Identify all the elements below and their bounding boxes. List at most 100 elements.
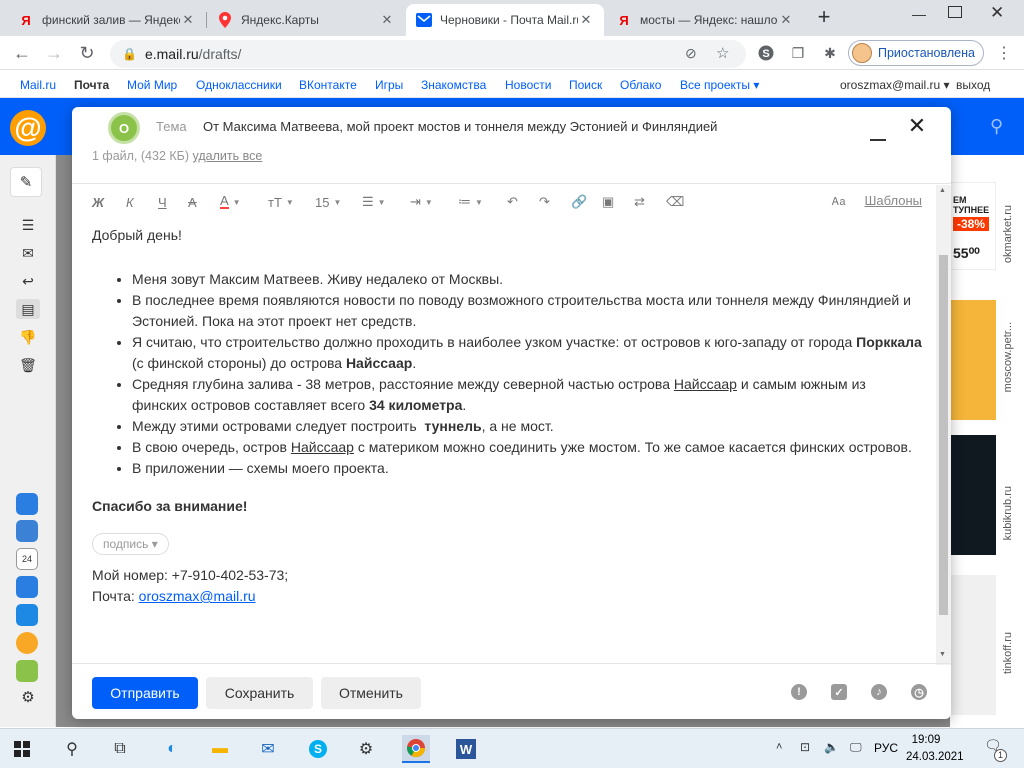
menu-dots-icon[interactable]: ⋮ — [994, 43, 1014, 63]
restore-window-icon[interactable] — [948, 6, 962, 18]
chrome-browser-icon[interactable] — [402, 735, 430, 763]
cancel-button[interactable]: Отменить — [321, 677, 421, 709]
back-arrow-icon[interactable]: ← — [10, 41, 34, 65]
video-call-app-icon[interactable] — [16, 604, 38, 626]
forward-arrow-icon[interactable]: → — [42, 41, 66, 65]
italic-icon[interactable]: К — [126, 193, 134, 211]
close-window-icon[interactable]: ✕ — [990, 3, 1010, 23]
close-tab-icon[interactable]: ✕ — [778, 12, 794, 28]
portal-link-moy-mir[interactable]: Мой Мир — [127, 78, 177, 92]
bookmark-star-icon[interactable]: ☆ — [716, 44, 729, 62]
tray-chevron-icon[interactable]: ˄ — [776, 741, 782, 753]
skype-app-icon[interactable]: S — [304, 735, 332, 763]
bold-icon[interactable]: Ж — [92, 193, 104, 211]
search-icon[interactable]: ⚲ — [990, 116, 1003, 137]
strikethrough-icon[interactable]: А — [188, 193, 197, 211]
read-receipt-icon[interactable]: ✓ — [831, 684, 847, 700]
tray-network-icon[interactable]: ⊡ — [800, 740, 810, 754]
subject-field[interactable]: От Максима Матвеева, мой проект мостов и… — [203, 119, 717, 134]
image-icon[interactable]: ▣ — [602, 193, 614, 211]
scroll-down-icon[interactable]: ▼ — [939, 651, 946, 658]
eye-off-icon[interactable]: ⊘ — [685, 45, 697, 62]
portal-link-novosti[interactable]: Новости — [505, 78, 551, 92]
portal-link-pochta[interactable]: Почта — [74, 78, 109, 92]
save-button[interactable]: Сохранить — [206, 677, 313, 709]
close-dialog-icon[interactable]: ✕ — [906, 115, 928, 137]
send-button[interactable]: Отправить — [92, 677, 198, 709]
edge-browser-icon[interactable]: ◐ — [158, 735, 186, 763]
skype-extension-icon[interactable]: S — [756, 43, 776, 63]
games-app-icon[interactable] — [16, 660, 38, 682]
importance-icon[interactable]: ! — [791, 684, 807, 700]
scroll-up-icon[interactable]: ▲ — [939, 187, 946, 194]
templates-link[interactable]: Шаблоны — [865, 193, 923, 208]
reload-icon[interactable]: ↻ — [75, 41, 99, 65]
contacts-app-icon[interactable] — [16, 520, 38, 542]
link-icon[interactable]: 🔗 — [571, 193, 587, 211]
portal-link-all-projects[interactable]: Все проекты ▾ — [680, 78, 759, 92]
signature-email-link[interactable]: oroszmax@mail.ru — [139, 588, 256, 604]
minimize-dialog-icon[interactable] — [868, 121, 888, 141]
tab-yandex-bridges[interactable]: Я мосты — Яндекс: нашлось ✕ — [606, 4, 804, 36]
money-app-icon[interactable] — [16, 632, 38, 654]
extension-copy-icon[interactable]: ❐ — [788, 43, 808, 63]
file-explorer-icon[interactable]: ▬ — [206, 735, 234, 763]
portal-link-oblako[interactable]: Облако — [620, 78, 661, 92]
volume-icon[interactable]: 🔈 — [824, 740, 839, 754]
signature-dropdown[interactable]: подпись ▾ — [92, 533, 169, 555]
tray-monitor-icon[interactable]: 🖵 — [850, 740, 862, 755]
portal-link-mailru[interactable]: Mail.ru — [20, 78, 56, 92]
tab-yandex-search[interactable]: Я финский залив — Яндекс ✕ — [8, 4, 206, 36]
portal-link-poisk[interactable]: Поиск — [569, 78, 602, 92]
tab-yandex-maps[interactable]: Яндекс.Карты ✕ — [207, 4, 405, 36]
portal-link-vkontakte[interactable]: ВКонтакте — [299, 78, 357, 92]
font-style-icon[interactable]: тТ ▼ — [268, 193, 294, 211]
delete-all-attachments-link[interactable]: удалить все — [193, 149, 263, 163]
sent-icon[interactable]: ↩ — [16, 271, 40, 291]
compose-pencil-icon[interactable]: ✎ — [10, 167, 42, 197]
cloud-app-icon[interactable] — [16, 493, 38, 515]
mailru-logo-icon[interactable]: @ — [10, 110, 46, 146]
menu-icon[interactable]: ☰ — [16, 215, 40, 235]
align-icon[interactable]: ☰ ▼ — [362, 193, 386, 211]
scrollbar-thumb[interactable] — [939, 255, 948, 615]
portal-link-igry[interactable]: Игры — [375, 78, 403, 92]
close-tab-icon[interactable]: ✕ — [578, 12, 594, 28]
reminder-bell-icon[interactable]: ♪ — [871, 684, 887, 700]
portal-link-znakomstva[interactable]: Знакомства — [421, 78, 486, 92]
spam-icon[interactable]: 👎 — [16, 327, 40, 347]
ad-petrovich[interactable] — [950, 300, 996, 420]
message-body-editor[interactable]: Добрый день! Меня зовут Максим Матвеев. … — [92, 225, 922, 607]
taskbar-clock[interactable]: 19:09 24.03.2021 — [906, 732, 964, 766]
undo-icon[interactable]: ↶ — [507, 193, 518, 211]
scheduled-send-clock-icon[interactable]: ◷ — [911, 684, 927, 700]
close-tab-icon[interactable]: ✕ — [379, 12, 395, 28]
minimize-window-icon[interactable]: — — [912, 6, 932, 22]
underline-icon[interactable]: Ч — [158, 193, 167, 211]
ad-kubikrub[interactable] — [950, 435, 996, 555]
spellcheck-icon[interactable]: Ꭺa — [832, 193, 846, 211]
portal-user-email[interactable]: oroszmax@mail.ru ▾ — [840, 78, 950, 92]
ad-okmarket[interactable]: ЕМ ТУПНЕЕ -38% 55⁰⁰ — [950, 182, 996, 270]
close-tab-icon[interactable]: ✕ — [180, 12, 196, 28]
mail-app-icon[interactable]: ✉ — [254, 735, 282, 763]
clear-format-eraser-icon[interactable]: ⌫ — [666, 193, 684, 211]
drafts-icon[interactable]: ▤ — [16, 299, 40, 319]
inbox-icon[interactable]: ✉ — [16, 243, 40, 263]
settings-gear-icon[interactable]: ⚙ — [16, 687, 40, 707]
portal-link-odnoklassniki[interactable]: Одноклассники — [196, 78, 282, 92]
indent-icon[interactable]: ⇥ ▼ — [410, 193, 433, 211]
list-icon[interactable]: ≔ ▼ — [458, 193, 483, 211]
profile-button[interactable]: Приостановлена — [848, 40, 984, 66]
address-bar[interactable]: 🔒 e.mail.ru/drafts/ ⊘ ☆ — [110, 40, 746, 68]
windows-start-icon[interactable] — [8, 735, 36, 763]
tasks-app-icon[interactable] — [16, 576, 38, 598]
word-app-icon[interactable]: W — [452, 735, 480, 763]
ad-tinkoff[interactable] — [950, 575, 996, 715]
new-tab-button[interactable]: + — [812, 5, 836, 29]
settings-gear-icon[interactable]: ⚙ — [352, 735, 380, 763]
puzzle-extensions-icon[interactable]: ✱ — [820, 43, 840, 63]
text-color-icon[interactable]: А ▼ — [220, 193, 241, 211]
language-indicator[interactable]: РУС — [874, 741, 898, 755]
translate-icon[interactable]: ⇄ — [634, 193, 645, 211]
